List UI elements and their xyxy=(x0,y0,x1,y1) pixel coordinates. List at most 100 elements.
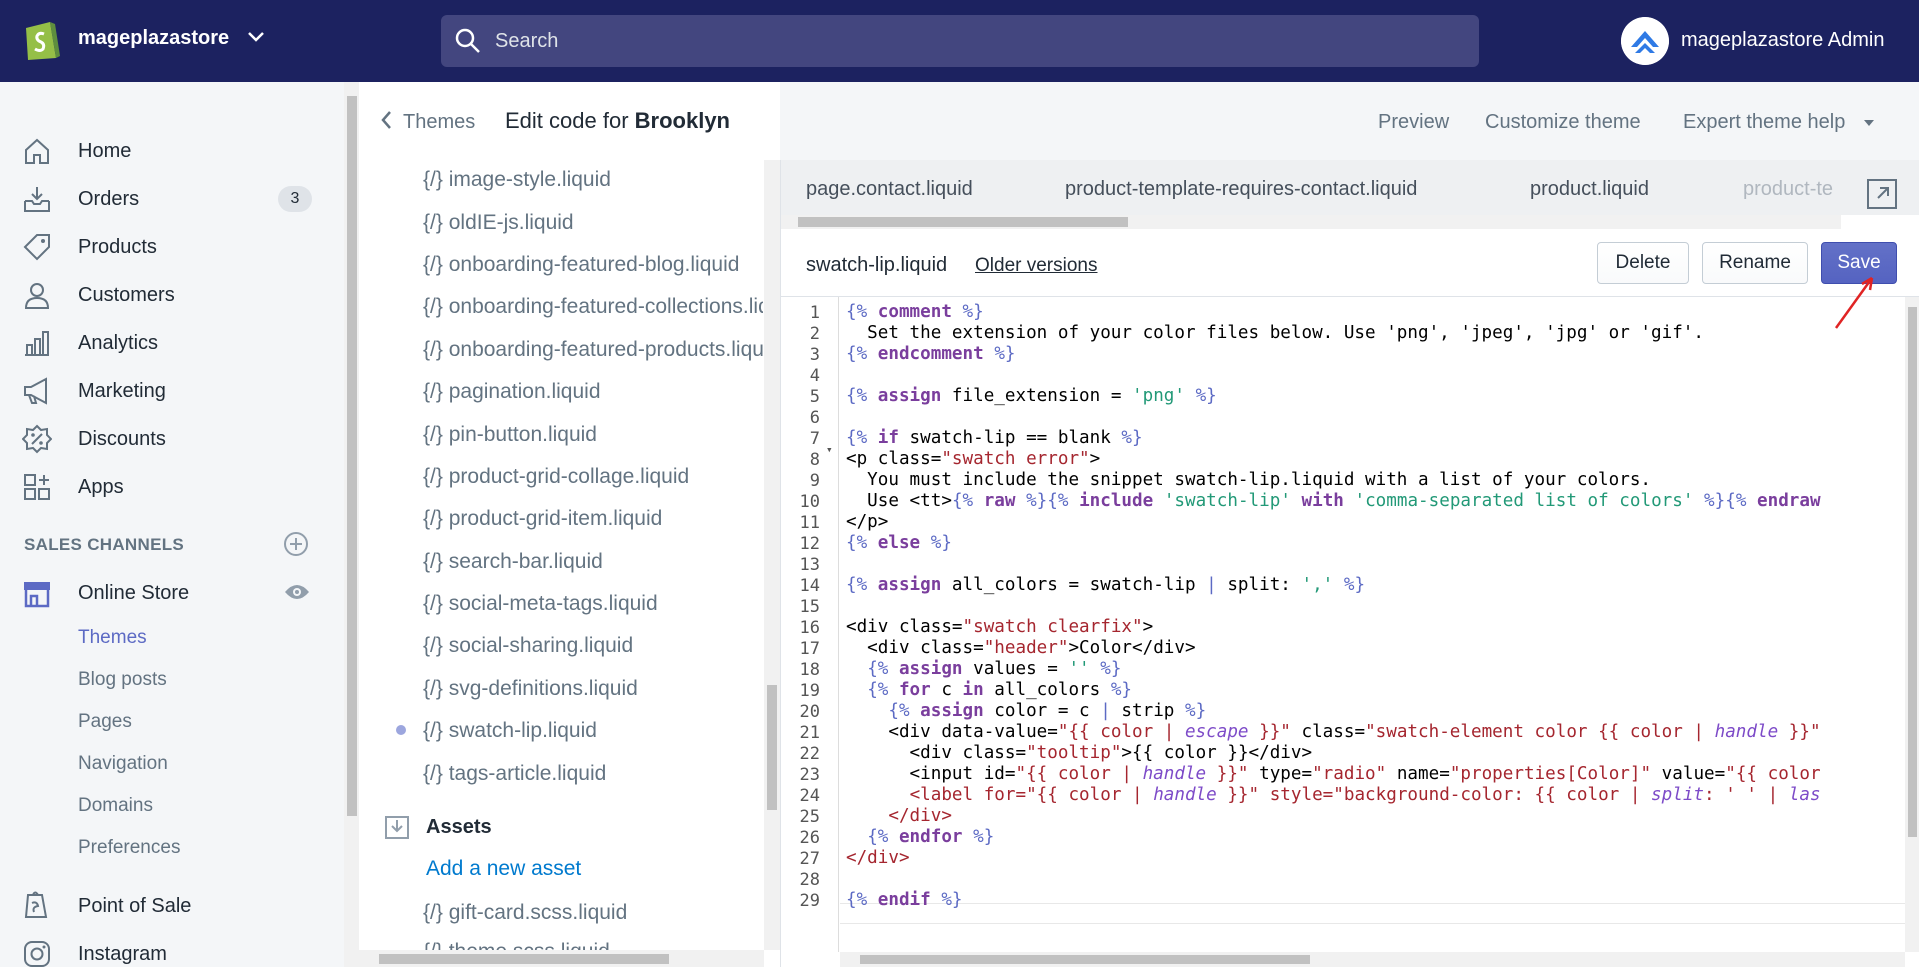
add-asset-link[interactable]: Add a new asset xyxy=(426,857,581,881)
snippet-file-label: tags-article.liquid xyxy=(448,762,607,785)
delete-button[interactable]: Delete xyxy=(1597,242,1689,284)
sidebar-sub-navigation[interactable]: Navigation xyxy=(78,753,168,775)
snippet-file-label: onboarding-featured-products.liquid xyxy=(448,338,763,361)
open-tabs-bar: page.contact.liquid product-template-req… xyxy=(781,160,1919,215)
sidebar-scrollbar[interactable] xyxy=(344,82,359,967)
editor-scroll-thumb[interactable] xyxy=(1908,307,1917,837)
file-panel-scrollbar[interactable] xyxy=(764,160,780,950)
snippet-file-label: social-sharing.liquid xyxy=(448,634,634,657)
preview-link[interactable]: Preview xyxy=(1378,111,1449,134)
snippet-file-item[interactable]: {/} oldIE-js.liquid xyxy=(423,211,763,235)
sidebar-item-marketing[interactable]: Marketing xyxy=(0,370,330,410)
tab-product[interactable]: product.liquid xyxy=(1530,178,1649,201)
snippet-file-item[interactable]: {/} onboarding-featured-products.liquid xyxy=(423,338,763,362)
expand-icon[interactable] xyxy=(1866,178,1898,210)
code-line: <div class="header">Color</div> xyxy=(846,638,1196,658)
sidebar-item-point-of-sale[interactable]: Point of Sale xyxy=(0,885,330,925)
tab-product-template[interactable]: product-te xyxy=(1743,178,1843,201)
older-versions-link[interactable]: Older versions xyxy=(975,255,1098,277)
asset-label: theme.scss.liquid xyxy=(449,940,610,950)
sidebar-item-orders[interactable]: Orders 3 xyxy=(0,178,330,218)
tabs-hscroll-thumb[interactable] xyxy=(798,217,1128,227)
snippet-file-item[interactable]: {/} onboarding-featured-blog.liquid xyxy=(423,253,763,277)
expert-help-link[interactable]: Expert theme help xyxy=(1683,111,1845,134)
instagram-icon xyxy=(24,941,50,967)
line-number: 10 xyxy=(799,492,820,512)
add-channel-icon[interactable] xyxy=(283,531,309,557)
search-input[interactable]: Search xyxy=(441,15,1479,67)
code-area[interactable]: 1 2 3 4 5 6 7 8 9 10 11 12 13 14 15 16 17 18 19 20 21 22 23 24 2… xyxy=(781,297,1905,952)
code-line: <label for="{{ color | handle }}" style=… xyxy=(909,785,1821,805)
sidebar-sub-domains[interactable]: Domains xyxy=(78,795,153,817)
snippet-file-item[interactable]: {/} product-grid-collage.liquid xyxy=(423,465,763,489)
line-number: 12 xyxy=(799,534,820,554)
breadcrumb-themes[interactable]: Themes xyxy=(403,111,475,134)
snippet-file-item[interactable]: {/} tags-article.liquid xyxy=(423,762,763,786)
sidebar-item-customers[interactable]: Customers xyxy=(0,274,330,314)
admin-name[interactable]: mageplazastore Admin xyxy=(1681,29,1884,52)
sidebar-item-label: Point of Sale xyxy=(78,895,192,917)
editor-hscrollbar[interactable] xyxy=(840,952,1905,967)
rename-button[interactable]: Rename xyxy=(1702,242,1808,284)
snippet-file-item[interactable]: {/} image-style.liquid xyxy=(423,168,763,192)
chevron-down-icon[interactable] xyxy=(247,30,265,44)
asset-item[interactable]: {/} gift-card.scss.liquid xyxy=(423,901,763,925)
sidebar-item-online-store[interactable]: Online Store xyxy=(0,572,330,612)
file-panel-hscrollbar[interactable] xyxy=(359,950,764,967)
line-number: 20 xyxy=(799,702,820,722)
snippet-file-item[interactable]: {/} social-meta-tags.liquid xyxy=(423,592,763,616)
code-line: <div class="swatch clearfix"> xyxy=(846,617,1154,637)
liquid-file-icon: {/} xyxy=(423,423,443,446)
line-number: 16 xyxy=(799,618,820,638)
sidebar-item-instagram[interactable]: Instagram xyxy=(0,933,330,967)
sidebar-sub-themes[interactable]: Themes xyxy=(78,627,147,649)
sidebar-scroll-thumb[interactable] xyxy=(347,96,357,816)
search-placeholder: Search xyxy=(495,30,559,52)
assets-heading[interactable]: Assets xyxy=(426,816,492,839)
folder-download-icon xyxy=(385,816,409,839)
file-panel-hscroll-thumb[interactable] xyxy=(379,954,669,964)
liquid-file-icon: {/} xyxy=(423,338,443,361)
line-number: 15 xyxy=(799,597,820,617)
line-number: 27 xyxy=(799,849,820,869)
file-panel-scroll-thumb[interactable] xyxy=(767,685,777,810)
orders-icon xyxy=(24,187,50,212)
editor-scrollbar[interactable] xyxy=(1905,297,1919,952)
sidebar-sub-preferences[interactable]: Preferences xyxy=(78,837,180,859)
line-number: 13 xyxy=(799,555,820,575)
liquid-file-icon: {/} xyxy=(423,592,443,615)
sidebar-item-products[interactable]: Products xyxy=(0,226,330,266)
tab-product-template-requires-contact[interactable]: product-template-requires-contact.liquid xyxy=(1065,178,1417,201)
tab-page-contact[interactable]: page.contact.liquid xyxy=(806,178,973,201)
avatar[interactable] xyxy=(1621,17,1669,65)
sidebar-item-apps[interactable]: Apps xyxy=(0,466,330,506)
editor-hscroll-thumb[interactable] xyxy=(860,955,1310,964)
chevron-left-icon[interactable] xyxy=(380,110,394,130)
snippet-file-label: oldIE-js.liquid xyxy=(448,211,574,234)
liquid-file-icon: {/} xyxy=(423,677,443,700)
snippet-file-item[interactable]: {/} swatch-lip.liquid xyxy=(423,719,763,743)
liquid-file-icon: {/} xyxy=(423,168,443,191)
caret-down-icon[interactable] xyxy=(1863,119,1875,127)
tabs-hscrollbar[interactable] xyxy=(781,215,1841,229)
sidebar-item-home[interactable]: Home xyxy=(0,130,330,170)
snippet-file-item[interactable]: {/} search-bar.liquid xyxy=(423,550,763,574)
eye-icon[interactable] xyxy=(284,582,310,602)
fold-arrow-icon[interactable]: ▾ xyxy=(826,443,833,456)
code-line: {% endfor %} xyxy=(867,827,995,847)
store-name[interactable]: mageplazastore xyxy=(78,27,229,50)
customize-theme-link[interactable]: Customize theme xyxy=(1485,111,1641,134)
snippet-file-item[interactable]: {/} svg-definitions.liquid xyxy=(423,677,763,701)
code-editor-panel: page.contact.liquid product-template-req… xyxy=(780,160,1919,967)
sidebar-sub-pages[interactable]: Pages xyxy=(78,711,132,733)
sidebar-item-analytics[interactable]: Analytics xyxy=(0,322,330,362)
snippet-file-item[interactable]: {/} pagination.liquid xyxy=(423,380,763,404)
snippet-file-item[interactable]: {/} onboarding-featured-collections.liqu… xyxy=(423,295,763,319)
shopify-logo-icon[interactable] xyxy=(22,18,60,62)
snippet-file-item[interactable]: {/} product-grid-item.liquid xyxy=(423,507,763,531)
asset-item[interactable]: {/} theme.scss.liquid xyxy=(423,940,763,950)
snippet-file-item[interactable]: {/} social-sharing.liquid xyxy=(423,634,763,658)
sidebar-sub-blog-posts[interactable]: Blog posts xyxy=(78,669,167,691)
snippet-file-item[interactable]: {/} pin-button.liquid xyxy=(423,423,763,447)
sidebar-item-discounts[interactable]: Discounts xyxy=(0,418,330,458)
